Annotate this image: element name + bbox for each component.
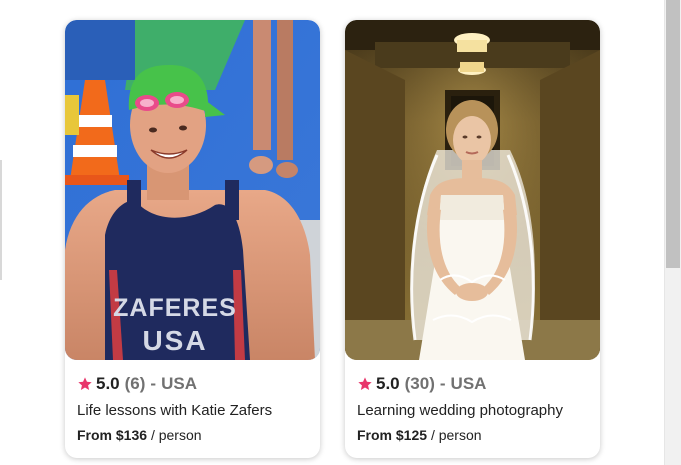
- country-label: USA: [450, 374, 487, 393]
- price-unit: / person: [430, 427, 482, 443]
- price-line: From $125 / person: [357, 427, 590, 443]
- experience-card[interactable]: ZAFERES USA 5.0 (6) - USA Life lessons w…: [65, 20, 320, 458]
- rating-value: 5.0: [376, 374, 400, 393]
- rating-row: 5.0 (30) - USA: [357, 372, 590, 396]
- price-line: From $136 / person: [77, 427, 310, 443]
- experience-photo[interactable]: ZAFERES USA: [65, 20, 320, 360]
- jersey-name-text: ZAFERES: [113, 294, 237, 322]
- card-details: 5.0 (30) - USA Learning wedding photogra…: [357, 372, 590, 443]
- jersey-country-text: USA: [142, 325, 207, 356]
- price-unit: / person: [150, 427, 202, 443]
- review-count: (30): [404, 374, 435, 393]
- price-amount: From $136: [77, 427, 148, 443]
- left-edge-divider: [0, 160, 2, 280]
- country-label: USA: [161, 374, 197, 393]
- review-count: (6): [124, 374, 146, 393]
- experience-card[interactable]: 5.0 (30) - USA Learning wedding photogra…: [345, 20, 600, 458]
- rating-separator: -: [439, 374, 446, 393]
- rating-value: 5.0: [96, 374, 120, 393]
- price-amount: From $125: [357, 427, 428, 443]
- experience-title[interactable]: Learning wedding photography: [357, 402, 590, 419]
- card-details: 5.0 (6) - USA Life lessons with Katie Za…: [77, 372, 310, 443]
- experience-list: ZAFERES USA 5.0 (6) - USA Life lessons w…: [0, 0, 681, 465]
- experience-photo[interactable]: [345, 20, 600, 360]
- experience-title[interactable]: Life lessons with Katie Zafers: [77, 402, 310, 419]
- scrollbar-thumb[interactable]: [666, 0, 680, 268]
- rating-separator: -: [150, 374, 157, 393]
- vertical-scrollbar[interactable]: [664, 0, 681, 465]
- star-icon: [358, 377, 372, 390]
- star-icon: [78, 377, 92, 390]
- rating-row: 5.0 (6) - USA: [77, 372, 310, 396]
